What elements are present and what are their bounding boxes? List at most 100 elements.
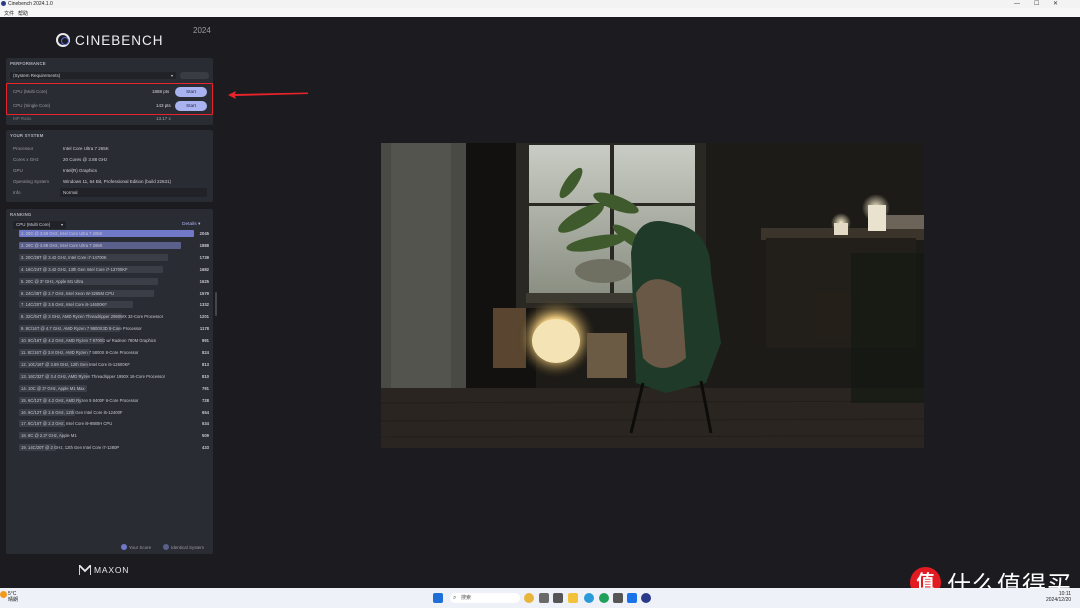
ranking-label: 9. 8C/16T @ 4.7 GHz, AMD Ryzen 7 9800X3D… (21, 326, 142, 332)
legend-your-score-label: Your Score (129, 544, 152, 550)
system-label-cores: Cores x GHz (13, 157, 39, 162)
app-logo-icon (1, 1, 6, 6)
weather-widget[interactable]: 5°C 晴朗 (8, 591, 18, 603)
ranking-score: 1682 (199, 266, 209, 272)
taskbar-search[interactable]: ⌕ 搜索 (450, 593, 520, 603)
ranking-score: 728 (202, 397, 209, 403)
store-icon[interactable] (627, 593, 637, 603)
ranking-score: 1888 (199, 242, 209, 248)
sidebar-resize-handle[interactable] (215, 292, 217, 316)
legend-your-score: Your Score (121, 544, 151, 550)
ranking-row[interactable]: 14. 10C @ 3* GHz, Apple M1 Max 791 (19, 384, 211, 392)
your-system-panel: YOUR SYSTEM Processor Intel Core Ultra 7… (6, 130, 213, 202)
ranking-score: 791 (202, 385, 209, 391)
system-value-os: Windows 11, 64 Bit, Professional Edition… (63, 179, 171, 184)
file-explorer-icon[interactable] (568, 593, 578, 603)
app-icon[interactable] (553, 593, 563, 603)
brand-name: CINEBENCH (75, 32, 164, 48)
system-value-cores: 20 Cores @ 3.88 GHz (63, 157, 108, 162)
ranking-row[interactable]: 7. 14C/20T @ 3.5 GHz, Intel Core i5-1460… (19, 301, 211, 309)
maximize-icon[interactable]: ☐ (1034, 0, 1039, 8)
ranking-score: 810 (202, 373, 209, 379)
ranking-label: 1. 20C @ 3.88 GHz, Intel Core Ultra 7 26… (21, 231, 103, 236)
ranking-label: 16. 6C/12T @ 2.5 GHz, 12th Gen Intel Cor… (21, 409, 123, 415)
ranking-row[interactable]: 19. 14C/20T @ 2 GHz, 12th Gen Intel Core… (19, 444, 211, 452)
ranking-row[interactable]: 1. 20C @ 3.88 GHz, Intel Core Ultra 7 26… (19, 230, 211, 237)
ranking-row[interactable]: 18. 8C @ 2.3* GHz, Apple M1 509 (19, 432, 211, 440)
cinebench-logo-icon (56, 33, 70, 47)
sidebar: CINEBENCH 2024 PERFORMANCE (System Requi… (0, 17, 218, 588)
menu-file[interactable]: 文件 (4, 10, 14, 17)
preset-start-button-disabled (180, 72, 209, 79)
ranking-label: 13. 16C/32T @ 3.4 GHz, AMD Ryzen Threadr… (21, 373, 165, 379)
window-title: Cinebench 2024.1.0 (8, 1, 53, 7)
ranking-label: 11. 8C/16T @ 3.8 GHz, AMD Ryzen 7 5800X … (21, 350, 139, 355)
close-icon[interactable]: ✕ (1053, 0, 1058, 8)
ranking-header: RANKING (10, 212, 32, 217)
info-field[interactable]: Normal (60, 188, 207, 197)
ranking-filter-value: CPU (Multi Core) (16, 222, 51, 227)
ranking-label: 10. 8C/16T @ 4.2 GHz, AMD Ryzen 7 8700G … (21, 338, 156, 344)
preset-value: (System Requirements) (13, 73, 61, 78)
ranking-row[interactable]: 4. 16C/24T @ 3.42 GHz, 13th Gen Intel Co… (19, 265, 211, 273)
taskbar: 5°C 晴朗 ⌕ 搜索 10:11 2024/12/20 (0, 588, 1080, 608)
ranking-score: 433 (202, 445, 209, 451)
mp-ratio-label: MP Ratio (13, 116, 32, 121)
ranking-score: 509 (202, 433, 209, 439)
ranking-score: 1625 (199, 278, 209, 284)
ranking-row[interactable]: 9. 8C/16T @ 4.7 GHz, AMD Ryzen 7 9800X3D… (19, 325, 211, 333)
legend-dot-icon (163, 544, 169, 550)
ranking-row[interactable]: 13. 16C/32T @ 3.4 GHz, AMD Ryzen Threadr… (19, 372, 211, 380)
weather-icon[interactable] (0, 591, 7, 598)
ranking-panel: RANKING CPU (Multi Core) ▾ Details ▾ 1. … (6, 209, 213, 554)
system-value-processor: Intel Core Ultra 7 265K (63, 146, 109, 151)
ranking-score: 1739 (199, 254, 209, 260)
ranking-row[interactable]: 16. 6C/12T @ 2.5 GHz, 12th Gen Intel Cor… (19, 408, 211, 416)
edge-icon[interactable] (584, 593, 594, 603)
ranking-row[interactable]: 2. 20C @ 3.88 GHz, Intel Core Ultra 7 26… (19, 241, 211, 249)
chevron-down-icon: ▾ (170, 73, 173, 78)
menu-help[interactable]: 帮助 (18, 10, 28, 17)
ranking-row[interactable]: 5. 20C @ 3* GHz, Apple M1 Ultra 1625 (19, 277, 211, 285)
start-menu-icon[interactable] (433, 593, 443, 603)
ranking-label: 18. 8C @ 2.3* GHz, Apple M1 (21, 433, 77, 439)
ranking-label: 8. 32C/64T @ 3 GHz, AMD Ryzen Threadripp… (21, 314, 164, 320)
system-value-gpu: Intel(R) Graphics (63, 168, 98, 173)
ranking-row[interactable]: 17. 8C/16T @ 2.3 GHz, Intel Core i9-9880… (19, 420, 211, 428)
ranking-score: 824 (202, 350, 209, 355)
details-label: Details (182, 222, 197, 227)
ranking-row[interactable]: 6. 24C/48T @ 2.7 GHz, Intel Xeon W-3265M… (19, 289, 211, 297)
ranking-score: 1201 (199, 314, 209, 320)
ranking-label: 12. 10C/16T @ 3.69 GHz, 12th Gen Intel C… (21, 361, 130, 367)
app-icon[interactable] (613, 593, 623, 603)
ranking-label: 19. 14C/20T @ 2 GHz, 12th Gen Intel Core… (21, 445, 120, 451)
window-titlebar: Cinebench 2024.1.0 — ☐ ✕ (0, 0, 1080, 8)
clock-date: 2024/12/20 (1046, 597, 1072, 603)
ranking-row[interactable]: 10. 8C/16T @ 4.2 GHz, AMD Ryzen 7 8700G … (19, 337, 211, 345)
minimize-icon[interactable]: — (1014, 0, 1020, 8)
ranking-row[interactable]: 3. 20C/28T @ 3.42 GHz, Intel Core i7-147… (19, 253, 211, 261)
ranking-label: 5. 20C @ 3* GHz, Apple M1 Ultra (21, 278, 84, 284)
task-view-icon[interactable] (539, 593, 549, 603)
chrome-icon[interactable] (599, 593, 609, 603)
ranking-row[interactable]: 11. 8C/16T @ 3.8 GHz, AMD Ryzen 7 5800X … (19, 349, 211, 356)
ranking-label: 17. 8C/16T @ 2.3 GHz, Intel Core i9-9880… (21, 421, 113, 427)
highlight-box (6, 83, 213, 115)
performance-header: PERFORMANCE (10, 61, 46, 66)
ranking-row[interactable]: 15. 6C/12T @ 4.2 GHz, AMD Ryzen 5 8400F … (19, 396, 211, 404)
preset-dropdown[interactable]: (System Requirements) ▾ (10, 72, 176, 79)
widget-icon[interactable] (524, 593, 534, 603)
ranking-label: 6. 24C/48T @ 2.7 GHz, Intel Xeon W-3265M… (21, 290, 115, 296)
details-link[interactable]: Details ▾ (182, 222, 200, 227)
legend-identical-label: Identical System (171, 544, 205, 550)
render-preview (381, 143, 924, 448)
system-label-info: Info (13, 190, 21, 195)
cinebench-logo: CINEBENCH (56, 31, 164, 49)
ranking-score: 2045 (199, 231, 209, 236)
ranking-label: 15. 6C/12T @ 4.2 GHz, AMD Ryzen 5 8400F … (21, 397, 139, 403)
ranking-row[interactable]: 12. 10C/16T @ 3.69 GHz, 12th Gen Intel C… (19, 360, 211, 368)
ranking-row[interactable]: 8. 32C/64T @ 3 GHz, AMD Ryzen Threadripp… (19, 313, 211, 321)
taskbar-clock[interactable]: 10:11 2024/12/20 (1046, 591, 1071, 603)
ranking-filter-dropdown[interactable]: CPU (Multi Core) ▾ (13, 221, 66, 229)
cinebench-taskbar-icon[interactable] (641, 593, 651, 603)
